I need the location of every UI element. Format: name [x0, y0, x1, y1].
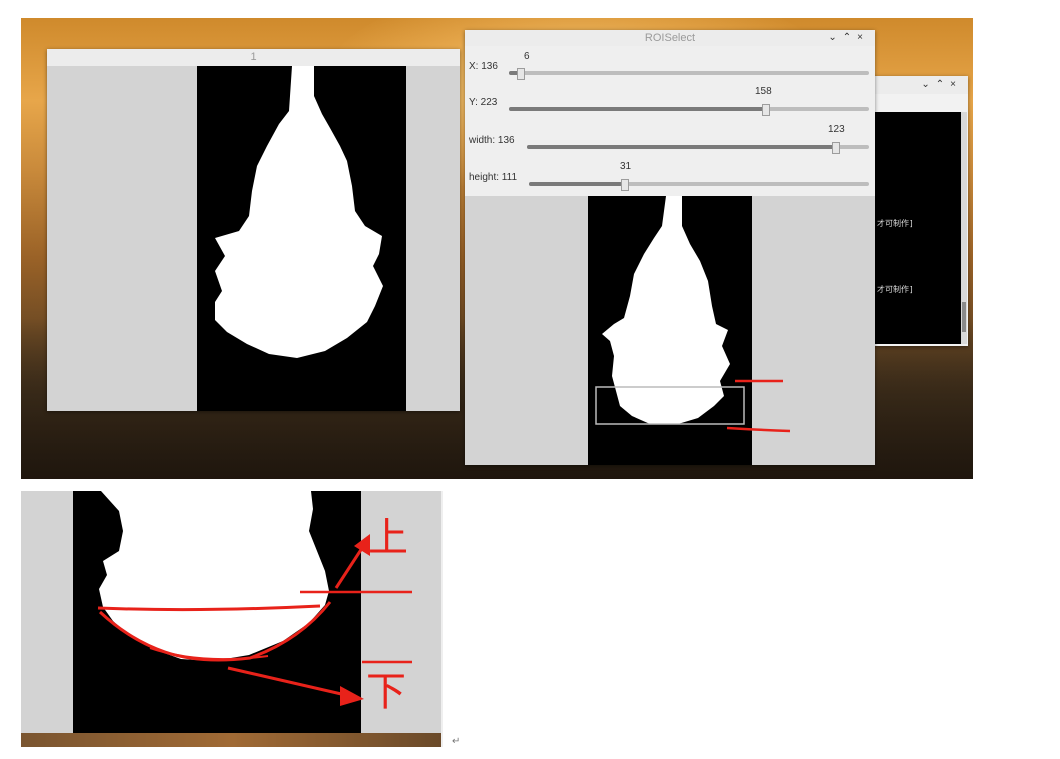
paragraph-return-mark: ↵	[452, 736, 461, 747]
lower-arrow-shaft	[227, 666, 351, 698]
top-cut-line	[97, 604, 321, 612]
label-lower: 下	[366, 669, 406, 715]
lower-arrow-head	[340, 686, 364, 706]
handwritten-annotations	[97, 534, 412, 706]
bottom-contour-extra	[149, 647, 269, 661]
label-upper: 上	[368, 515, 408, 561]
